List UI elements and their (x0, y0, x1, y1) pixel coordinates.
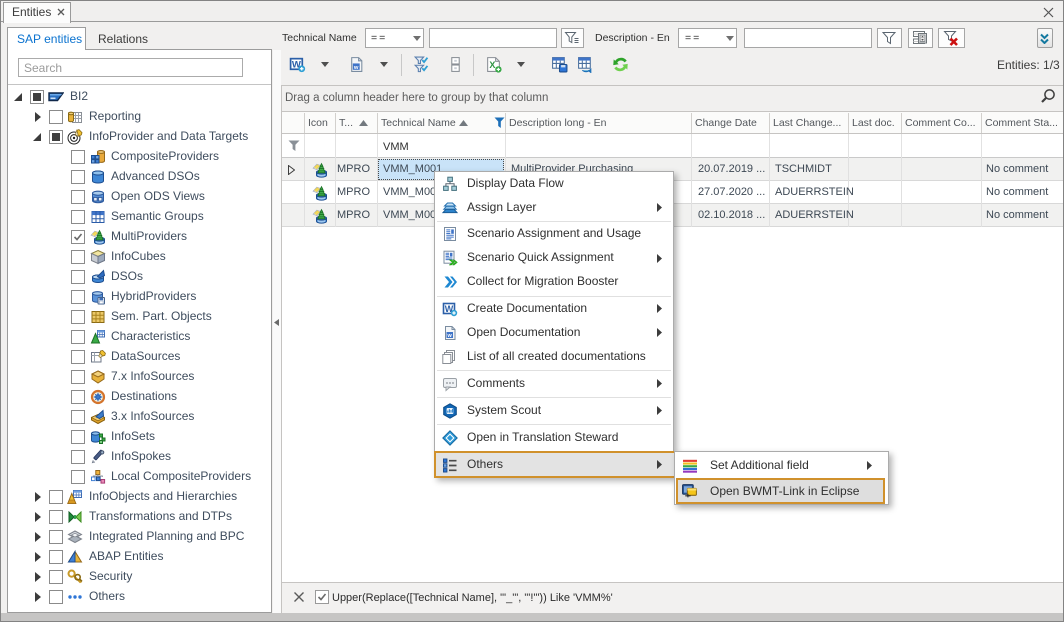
svg-text:w: w (353, 65, 359, 71)
svg-text:w: w (447, 333, 453, 339)
svg-text:X: X (489, 60, 495, 70)
